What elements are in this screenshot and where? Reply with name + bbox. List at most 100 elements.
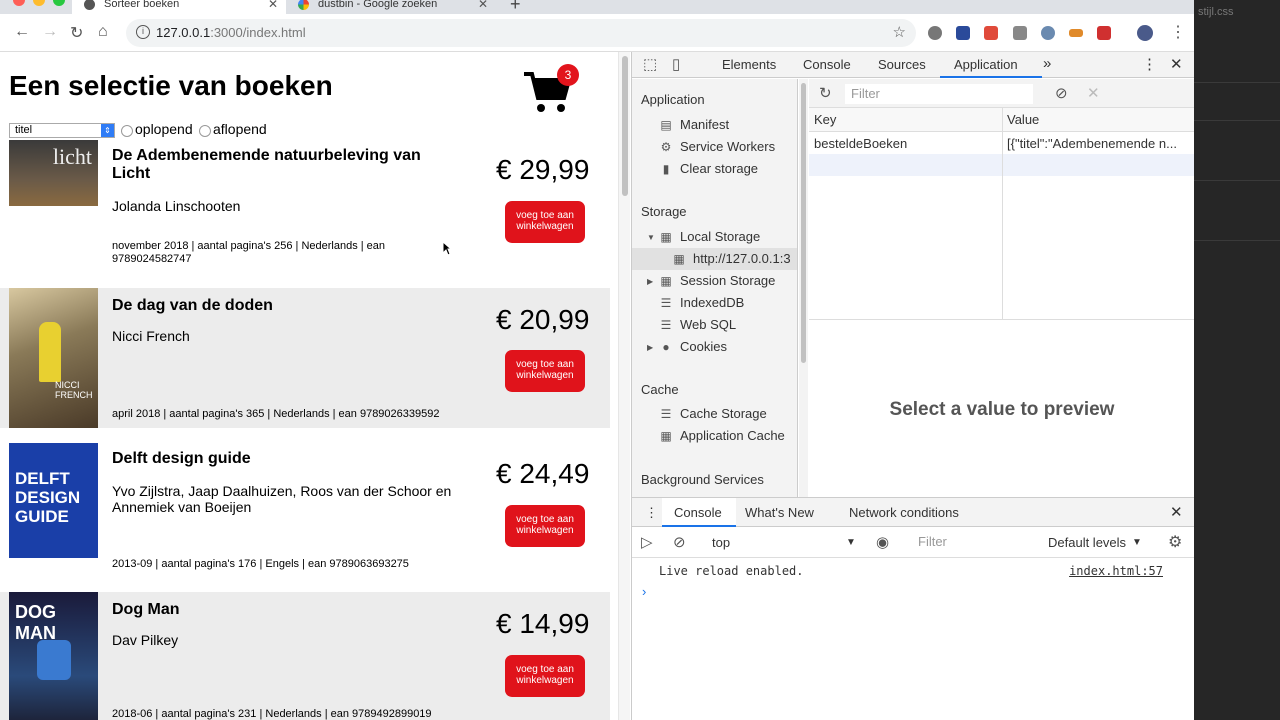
sidebar-item-cookies[interactable]: ● Cookies (662, 337, 727, 357)
forward-button[interactable]: → (42, 23, 58, 41)
drawer-menu-icon[interactable]: ⋮ (645, 505, 658, 521)
database-icon: ☰ (660, 296, 672, 310)
sidebar-item-manifest[interactable]: ▤ Manifest (660, 115, 730, 135)
sidebar-item-clear-storage[interactable]: ▮ Clear storage (663, 159, 758, 179)
delete-selected-icon[interactable]: ✕ (1087, 84, 1100, 102)
sidebar-item-label: Session Storage (680, 273, 776, 288)
browser-tab-sorteer[interactable]: Sorteer boeken ✕ (72, 0, 286, 14)
add-to-cart-button[interactable]: voeg toe aan winkelwagen (505, 505, 585, 547)
background-editor: stijl.css (1194, 0, 1280, 720)
add-to-cart-button[interactable]: voeg toe aan winkelwagen (505, 655, 585, 697)
extension-icon[interactable] (984, 26, 998, 40)
clear-all-icon[interactable]: ⊘ (1055, 84, 1068, 102)
drawer-tab-console[interactable]: Console (674, 505, 722, 520)
google-icon (298, 0, 309, 10)
expand-triangle-icon[interactable]: ▼ (647, 233, 655, 242)
book-price: € 29,99 (496, 154, 590, 185)
close-drawer-icon[interactable]: ✕ (1170, 503, 1183, 521)
extension-icon[interactable] (1041, 26, 1055, 40)
address-bar[interactable]: i 127.0.0.1:3000/index.html ☆ (126, 19, 916, 47)
tab-elements[interactable]: Elements (722, 57, 776, 72)
tab-sources[interactable]: Sources (878, 57, 926, 72)
book-price: € 14,99 (496, 608, 590, 639)
home-button[interactable]: ⌂ (98, 23, 108, 41)
globe-icon (84, 0, 95, 10)
extension-icon[interactable] (928, 26, 942, 40)
trash-icon: ▮ (662, 162, 670, 176)
preview-placeholder: Select a value to preview (889, 399, 1115, 420)
context-selector[interactable]: top (712, 535, 730, 550)
storage-filter-input[interactable]: Filter (845, 84, 1033, 104)
extension-icon[interactable] (1097, 26, 1111, 40)
sidebar-item-local-storage-origin[interactable]: ▦ http://127.0.0.1:3 (673, 249, 790, 269)
book-title: Delft design guide (112, 450, 251, 467)
cover-text: DELFT DESIGN GUIDE (15, 469, 81, 526)
close-window-button[interactable] (13, 0, 25, 6)
chevron-down-icon: ▼ (1132, 537, 1142, 548)
menu-icon[interactable]: ⋮ (1170, 22, 1186, 42)
book-cover: DELFT DESIGN GUIDE (9, 443, 98, 558)
tab-console[interactable]: Console (803, 57, 851, 72)
sidebar-toggle-icon[interactable]: ▷ (641, 533, 653, 551)
more-tabs-icon[interactable]: » (1043, 55, 1051, 72)
expand-triangle-icon[interactable]: ▶ (647, 343, 653, 352)
extension-icon[interactable] (1069, 29, 1083, 37)
clear-console-icon[interactable]: ⊘ (673, 533, 686, 551)
eye-icon[interactable]: ◉ (876, 533, 889, 551)
book-title: De dag van de doden (112, 297, 273, 314)
refresh-icon[interactable]: ↻ (819, 84, 832, 102)
table-cell-key: besteldeBoeken (814, 136, 908, 151)
close-tab-icon[interactable]: ✕ (268, 0, 278, 14)
sidebar-item-indexeddb[interactable]: ☰ IndexedDB (661, 293, 745, 313)
page-scrollbar[interactable] (618, 52, 630, 720)
settings-gear-icon[interactable]: ⚙ (1168, 532, 1182, 552)
book-item: licht De Adembenemende natuurbeleving va… (0, 138, 610, 288)
add-to-cart-button[interactable]: voeg toe aan winkelwagen (505, 201, 585, 243)
console-prompt[interactable]: › (642, 584, 646, 599)
close-devtools-icon[interactable]: ✕ (1170, 55, 1183, 73)
console-filter-input[interactable]: Filter (912, 532, 1038, 552)
sidebar-item-cache-storage[interactable]: ☰ Cache Storage (661, 404, 767, 424)
expand-triangle-icon[interactable]: ▶ (647, 277, 653, 286)
inspect-icon[interactable]: ⬚ (643, 55, 657, 73)
log-levels-dropdown[interactable]: Default levels (1048, 535, 1126, 550)
browser-tab-google[interactable]: dustbin - Google zoeken ✕ (286, 0, 496, 14)
radio-oplopend[interactable] (121, 125, 133, 137)
book-meta: 2018-06 | aantal pagina's 231 | Nederlan… (112, 708, 432, 720)
radio-aflopend[interactable] (199, 125, 211, 137)
devtools-menu-icon[interactable]: ⋮ (1142, 55, 1157, 73)
info-icon[interactable]: i (136, 25, 150, 39)
device-toolbar-icon[interactable]: ▯ (672, 55, 680, 73)
extension-icon[interactable] (956, 26, 970, 40)
add-to-cart-button[interactable]: voeg toe aan winkelwagen (505, 350, 585, 392)
sidebar-item-label: Web SQL (680, 317, 737, 332)
new-tab-button[interactable]: + (510, 0, 521, 15)
sidebar-item-label: Manifest (680, 117, 730, 132)
avatar[interactable] (1137, 25, 1153, 41)
bookmark-star-icon[interactable]: ☆ (893, 23, 906, 41)
back-button[interactable]: ← (14, 23, 30, 41)
tab-application[interactable]: Application (954, 57, 1018, 72)
console-log-source-link[interactable]: index.html:57 (1069, 564, 1163, 578)
console-toolbar: ▷ ⊘ top ▼ ◉ Filter Default levels ▼ ⚙ (632, 528, 1194, 558)
minimize-window-button[interactable] (33, 0, 45, 6)
sidebar-item-label: Service Workers (680, 139, 776, 154)
sidebar-item-service-workers[interactable]: ⚙ Service Workers (661, 137, 776, 157)
maximize-window-button[interactable] (53, 0, 65, 6)
drawer-tab-whats-new[interactable]: What's New (745, 505, 814, 520)
sidebar-item-application-cache[interactable]: ▦ Application Cache (660, 426, 784, 446)
radio-label-aflopend: aflopend (213, 121, 267, 137)
sidebar-item-local-storage[interactable]: ▦ Local Storage (660, 227, 760, 247)
close-tab-icon[interactable]: ✕ (478, 0, 488, 14)
sidebar-item-web-sql[interactable]: ☰ Web SQL (661, 315, 737, 335)
sidebar-header-cache: Cache (641, 382, 679, 397)
sidebar-item-session-storage[interactable]: ▦ Session Storage (660, 271, 776, 291)
camera-icon[interactable] (1013, 26, 1027, 40)
sidebar-scrollbar[interactable] (799, 79, 808, 497)
drawer-tab-bar: ⋮ Console What's New Network conditions … (632, 498, 1194, 527)
tab-title: Sorteer boeken (104, 0, 180, 10)
reload-button[interactable]: ↻ (70, 23, 83, 43)
drawer-tab-network-conditions[interactable]: Network conditions (849, 505, 959, 520)
tab-title: dustbin - Google zoeken (318, 0, 438, 10)
sort-select[interactable]: titel ⇕ (9, 123, 115, 138)
